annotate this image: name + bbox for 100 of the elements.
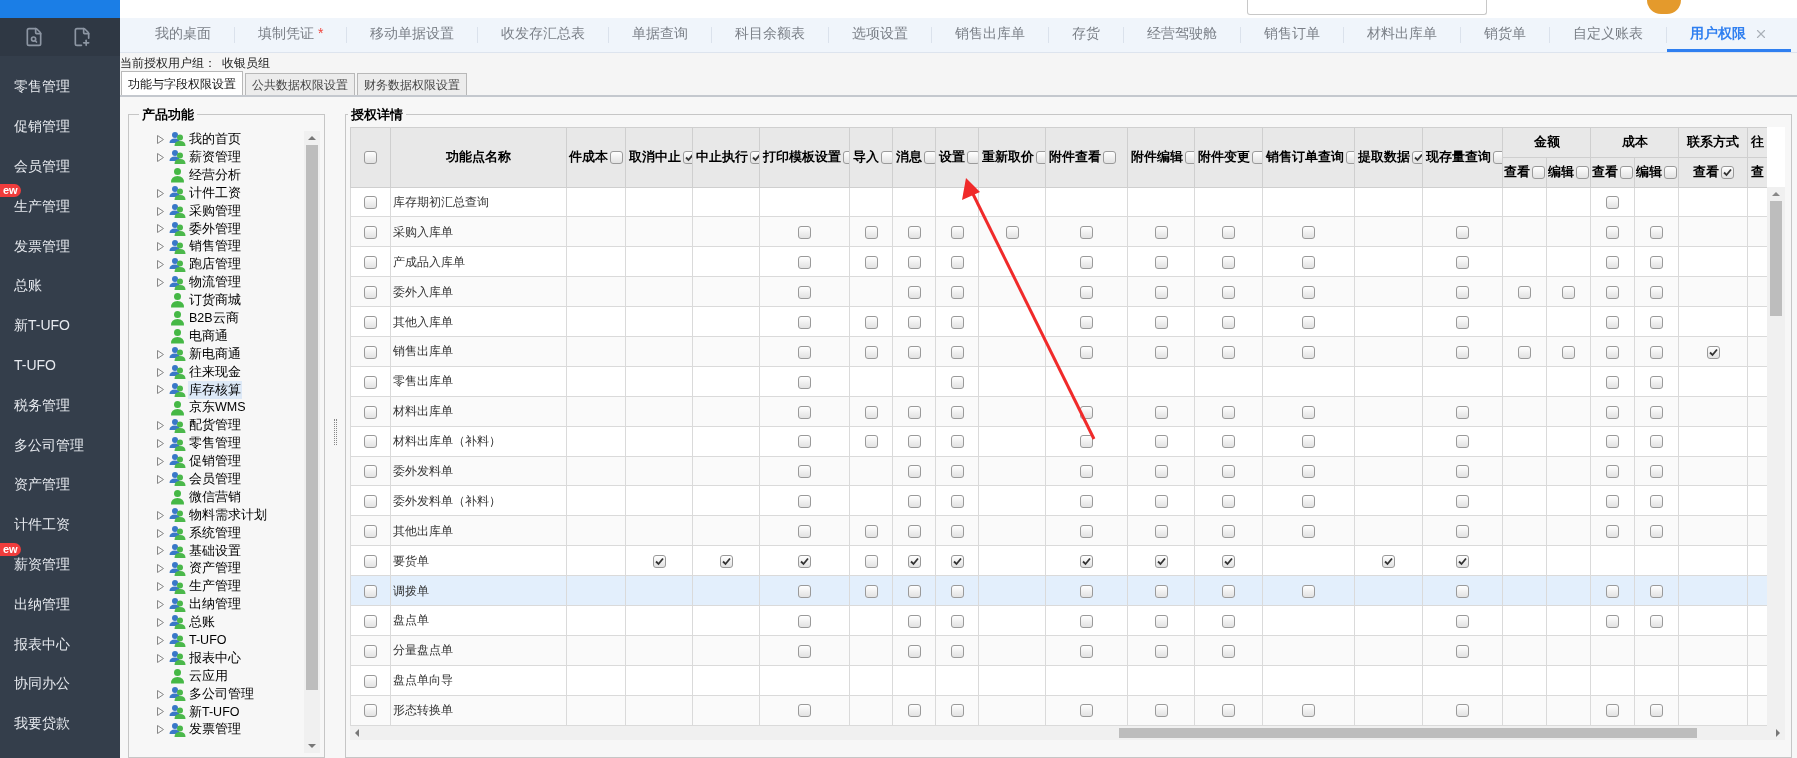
tree-item[interactable]: 往来现金 bbox=[188, 362, 242, 382]
tab[interactable]: 销售出库单 bbox=[932, 18, 1049, 52]
checkbox[interactable] bbox=[1154, 704, 1168, 718]
checkbox[interactable] bbox=[1222, 584, 1235, 598]
checkbox[interactable] bbox=[950, 285, 964, 299]
checkbox[interactable] bbox=[907, 495, 921, 509]
checkbox[interactable] bbox=[364, 525, 377, 539]
checkbox[interactable] bbox=[1493, 150, 1502, 164]
tree-item[interactable]: 微信营销 bbox=[188, 487, 242, 507]
checkbox[interactable] bbox=[950, 315, 964, 329]
tab[interactable]: 经营驾驶舱 bbox=[1124, 18, 1241, 52]
scrollbar-thumb[interactable] bbox=[306, 144, 318, 690]
checkbox[interactable] bbox=[1456, 495, 1469, 509]
checkbox[interactable] bbox=[1154, 554, 1168, 568]
checkbox[interactable] bbox=[1302, 256, 1315, 270]
checkbox[interactable] bbox=[1154, 584, 1168, 598]
checkbox[interactable] bbox=[1154, 315, 1168, 329]
checkbox[interactable] bbox=[1154, 644, 1168, 658]
checkbox[interactable] bbox=[364, 704, 377, 718]
checkbox[interactable] bbox=[950, 435, 964, 449]
checkbox[interactable] bbox=[1302, 285, 1315, 299]
sidebar-item[interactable]: 薪资管理 bbox=[14, 553, 70, 575]
checkbox[interactable] bbox=[1606, 196, 1619, 210]
checkbox[interactable] bbox=[1222, 614, 1235, 628]
checkbox[interactable] bbox=[864, 435, 878, 449]
table-row[interactable]: 盘点单 bbox=[350, 605, 1767, 636]
checkbox[interactable] bbox=[1650, 345, 1663, 359]
checkbox[interactable] bbox=[1650, 315, 1663, 329]
tree-item[interactable]: 新电商通 bbox=[188, 344, 242, 364]
checkbox[interactable] bbox=[1456, 405, 1469, 419]
checkbox[interactable] bbox=[950, 495, 964, 509]
checkbox[interactable] bbox=[364, 584, 377, 598]
checkbox[interactable] bbox=[1222, 405, 1235, 419]
checkbox[interactable] bbox=[1222, 285, 1235, 299]
table-row[interactable]: 委外入库单 bbox=[350, 276, 1767, 307]
checkbox[interactable] bbox=[1080, 644, 1093, 658]
checkbox[interactable] bbox=[907, 256, 921, 270]
checkbox[interactable] bbox=[798, 495, 811, 509]
checkbox[interactable] bbox=[1222, 704, 1235, 718]
checkbox[interactable] bbox=[798, 315, 811, 329]
tree-item[interactable]: 订货商城 bbox=[188, 291, 242, 310]
document-add-icon[interactable] bbox=[72, 27, 92, 47]
checkbox[interactable] bbox=[1154, 405, 1168, 419]
checkbox[interactable] bbox=[950, 614, 964, 628]
checkbox[interactable] bbox=[1154, 226, 1168, 240]
sidebar-item[interactable]: 出纳管理 bbox=[14, 593, 70, 615]
checkbox[interactable] bbox=[798, 554, 811, 568]
tree-item[interactable]: 发票管理 bbox=[188, 720, 242, 740]
checkbox[interactable] bbox=[1456, 435, 1469, 449]
tab[interactable]: 我的桌面 bbox=[132, 18, 234, 52]
tree-item[interactable]: 资产管理 bbox=[188, 559, 242, 579]
table-row[interactable]: 调拨单 bbox=[350, 575, 1767, 606]
checkbox[interactable] bbox=[1456, 614, 1469, 628]
tree-item[interactable]: 会员管理 bbox=[188, 470, 242, 489]
checkbox[interactable] bbox=[1456, 704, 1469, 718]
checkbox[interactable] bbox=[1252, 150, 1262, 164]
tab[interactable]: 销货单 bbox=[1461, 18, 1550, 52]
tree-item[interactable]: T-UFO bbox=[188, 631, 228, 650]
tab[interactable]: 收发存汇总表 bbox=[478, 18, 609, 52]
tab[interactable]: 销售订单 bbox=[1241, 18, 1344, 52]
tree-item[interactable]: 物流管理 bbox=[188, 273, 242, 292]
checkbox[interactable] bbox=[1518, 345, 1531, 359]
checkbox[interactable] bbox=[798, 644, 811, 658]
tree-item[interactable]: 配货管理 bbox=[188, 416, 242, 436]
checkbox[interactable] bbox=[1606, 435, 1619, 449]
checkbox[interactable] bbox=[864, 525, 878, 539]
checkbox[interactable] bbox=[1080, 226, 1093, 240]
checkbox[interactable] bbox=[1650, 584, 1663, 598]
table-row[interactable]: 其他入库单 bbox=[350, 306, 1767, 337]
tree-item[interactable]: 经营分析 bbox=[188, 165, 242, 185]
checkbox[interactable] bbox=[798, 465, 811, 479]
table-row[interactable]: 材料出库单（补料） bbox=[350, 426, 1767, 456]
table-row[interactable]: 产成品入库单 bbox=[350, 246, 1767, 277]
checkbox[interactable] bbox=[1302, 584, 1315, 598]
table-row[interactable]: 委外发料单 bbox=[350, 456, 1767, 486]
checkbox[interactable] bbox=[1302, 405, 1315, 419]
checkbox[interactable] bbox=[1606, 704, 1619, 718]
checkbox[interactable] bbox=[881, 150, 892, 164]
tree-item[interactable]: 多公司管理 bbox=[188, 684, 255, 704]
checkbox[interactable] bbox=[1606, 495, 1619, 509]
checkbox[interactable] bbox=[364, 614, 377, 628]
tab[interactable]: 材料出库单 bbox=[1344, 18, 1461, 52]
table-row[interactable]: 形态转换单 bbox=[350, 695, 1767, 726]
checkbox[interactable] bbox=[1650, 465, 1663, 479]
checkbox[interactable] bbox=[1222, 495, 1235, 509]
checkbox[interactable] bbox=[1154, 465, 1168, 479]
checkbox[interactable] bbox=[1664, 165, 1677, 179]
checkbox[interactable] bbox=[1080, 465, 1093, 479]
tree-item[interactable]: 委外管理 bbox=[188, 219, 242, 239]
sidebar-item[interactable]: 发票管理 bbox=[14, 235, 70, 257]
checkbox[interactable] bbox=[1518, 285, 1531, 299]
checkbox[interactable] bbox=[950, 226, 964, 240]
checkbox[interactable] bbox=[798, 285, 811, 299]
table-row[interactable]: 库存期初汇总查询 bbox=[350, 187, 1767, 217]
tree-item[interactable]: 跑店管理 bbox=[188, 255, 242, 275]
checkbox[interactable] bbox=[798, 375, 811, 389]
scrollbar[interactable] bbox=[304, 130, 320, 753]
checkbox[interactable] bbox=[950, 554, 964, 568]
checkbox[interactable] bbox=[1080, 525, 1093, 539]
checkbox[interactable] bbox=[1080, 345, 1093, 359]
